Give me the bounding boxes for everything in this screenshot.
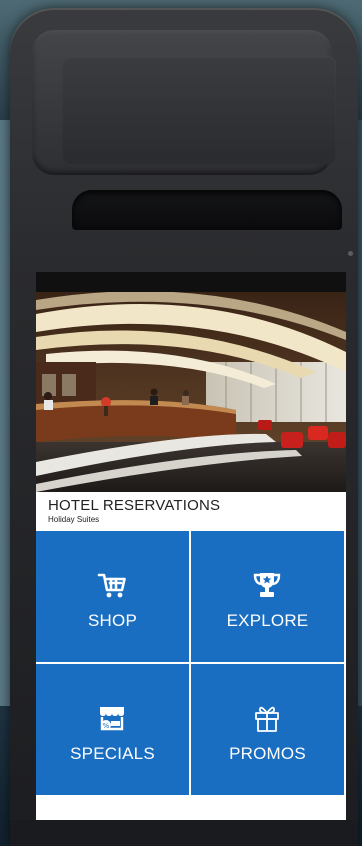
specials-tile[interactable]: % SPECIALS: [36, 664, 189, 795]
promos-tile[interactable]: PROMOS: [191, 664, 344, 795]
trophy-icon: [253, 573, 281, 597]
explore-label: EXPLORE: [226, 611, 309, 630]
hero-image: [36, 292, 346, 492]
indicator-light: [348, 251, 353, 256]
paper-cover: [62, 56, 336, 164]
menu-grid: SHOP EXPLORE % SPECIALS PROMOS: [36, 531, 346, 795]
shop-tile[interactable]: SHOP: [36, 531, 189, 662]
device-chin: [10, 820, 358, 846]
discount-store-icon: %: [100, 707, 124, 731]
header: HOTEL RESERVATIONS Holiday Suites: [48, 497, 221, 525]
specials-label: SPECIALS: [70, 744, 155, 763]
status-bar: [36, 272, 346, 292]
page-subtitle: Holiday Suites: [48, 515, 100, 524]
promos-label: PROMOS: [229, 744, 306, 763]
shopping-cart-icon: [97, 573, 126, 598]
paper-slot: [72, 190, 342, 230]
page-title: HOTEL RESERVATIONS: [48, 497, 221, 514]
device-screen: HOTEL RESERVATIONS Holiday Suites SHOP E…: [36, 272, 346, 820]
gift-icon: [255, 706, 279, 732]
svg-text:%: %: [103, 722, 110, 730]
shop-label: SHOP: [88, 611, 137, 630]
screen-footer: [36, 795, 346, 820]
explore-tile[interactable]: EXPLORE: [191, 531, 344, 662]
